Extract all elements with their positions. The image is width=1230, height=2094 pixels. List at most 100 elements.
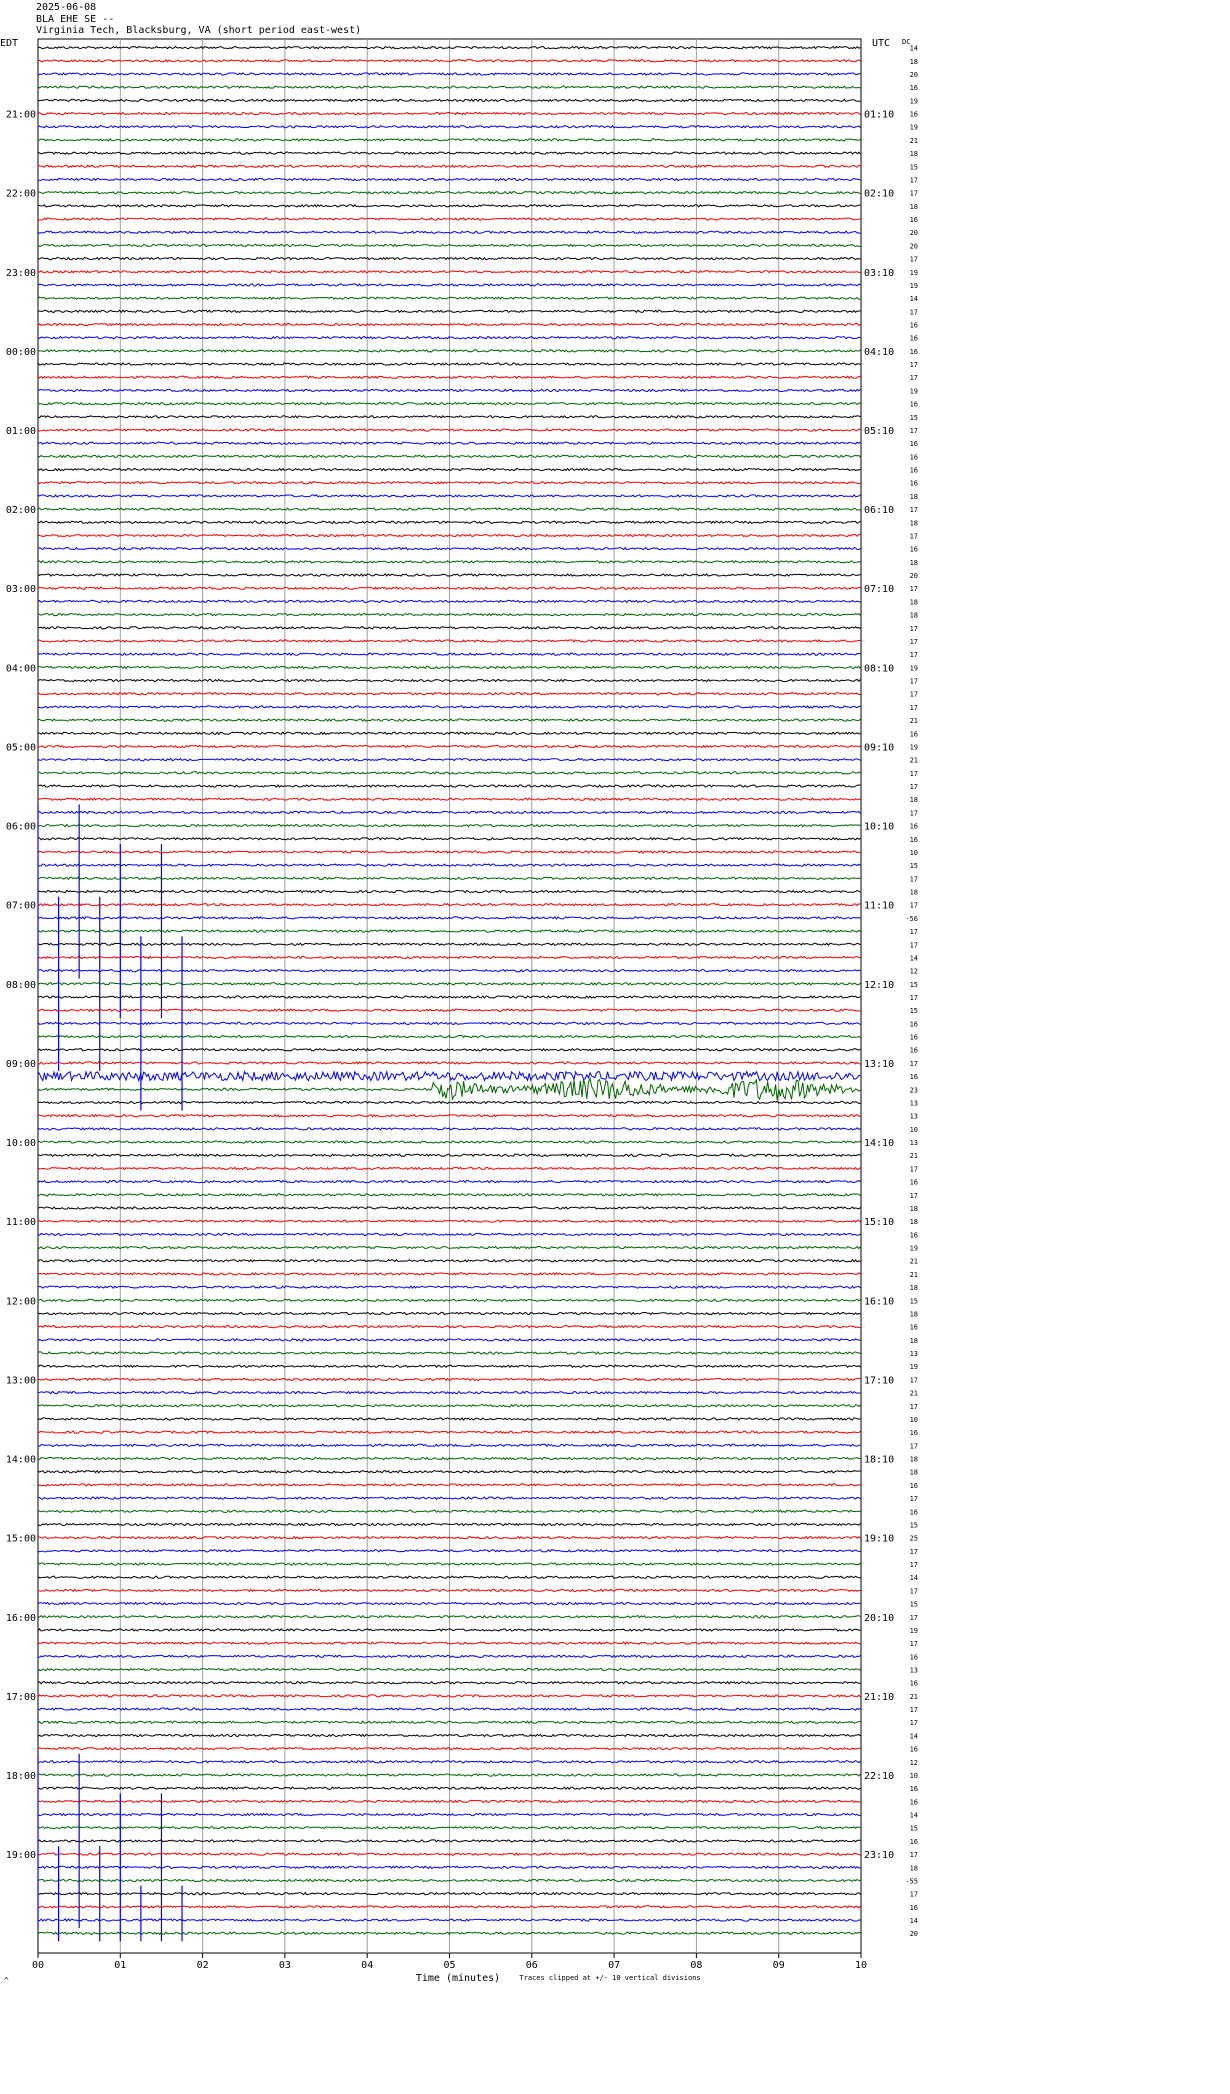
dc-offset-label: 16: [910, 335, 918, 343]
dc-offset-label: 16: [910, 1020, 918, 1028]
dc-offset-label: 17: [910, 1587, 918, 1595]
dc-offset-label: 16: [910, 111, 918, 119]
dc-offset-label: 15: [910, 414, 918, 422]
x-tick-label: 06: [526, 1960, 538, 1971]
dc-offset-label: 20: [910, 229, 918, 237]
dc-offset-label: 16: [910, 1179, 918, 1187]
hour-label-right: 11:10: [864, 901, 894, 912]
hour-label-left: 17:00: [6, 1692, 36, 1703]
hour-label-left: 03:00: [6, 584, 36, 595]
dc-offset-label: 17: [910, 190, 918, 198]
dc-offset-label: 17: [910, 1851, 918, 1859]
dc-offset-label: 18: [910, 598, 918, 606]
dc-offset-label: 17: [910, 1403, 918, 1411]
hour-label-left: 10:00: [6, 1138, 36, 1149]
dc-offset-label: 15: [910, 1601, 918, 1609]
dc-offset-label: 14: [910, 1917, 918, 1925]
dc-offset-label: 20: [910, 572, 918, 580]
dc-offset-label: 16: [910, 322, 918, 330]
dc-offset-label: 17: [910, 651, 918, 659]
dc-offset-label: 16: [910, 1231, 918, 1239]
hour-label-left: 16:00: [6, 1613, 36, 1624]
dc-offset-label: 10: [910, 1416, 918, 1424]
hour-label-right: 16:10: [864, 1296, 894, 1307]
dc-offset-label: 17: [910, 1165, 918, 1173]
dc-offset-label: 16: [910, 401, 918, 409]
dc-offset-label: 13: [910, 1350, 918, 1358]
dc-offset-label: 17: [910, 941, 918, 949]
dc-offset-label: 17: [910, 1640, 918, 1648]
dc-offset-label: 16: [910, 1746, 918, 1754]
hour-label-left: 12:00: [6, 1296, 36, 1307]
left-timezone-label: EDT: [0, 38, 18, 49]
dc-offset-label: 19: [910, 664, 918, 672]
x-tick-label: 05: [443, 1960, 455, 1971]
dc-offset-label: 14: [910, 1574, 918, 1582]
hour-label-right: 13:10: [864, 1059, 894, 1070]
dc-offset-label: 21: [910, 1258, 918, 1266]
dc-offset-label: 16: [910, 440, 918, 448]
dc-offset-label: 20: [910, 71, 918, 79]
hour-label-right: 20:10: [864, 1613, 894, 1624]
dc-offset-label: 15: [910, 862, 918, 870]
dc-offset-label: 17: [910, 506, 918, 514]
hour-label-left: 04:00: [6, 663, 36, 674]
dc-offset-label: 18: [910, 559, 918, 567]
dc-offset-label: 18: [910, 1205, 918, 1213]
dc-offset-label: 21: [910, 717, 918, 725]
x-tick-label: 04: [361, 1960, 373, 1971]
dc-offset-label: 17: [910, 1561, 918, 1569]
dc-offset-label: 19: [910, 269, 918, 277]
hour-label-right: 14:10: [864, 1138, 894, 1149]
dc-offset-label: 18: [910, 150, 918, 158]
x-tick-label: 10: [855, 1960, 867, 1971]
dc-offset-label: 12: [910, 1759, 918, 1767]
hour-label-right: 18:10: [864, 1455, 894, 1466]
dc-offset-label: 17: [910, 361, 918, 369]
dc-offset-label: -56: [905, 915, 918, 923]
dc-offset-label: 21: [910, 757, 918, 765]
dc-offset-label: 15: [910, 1521, 918, 1529]
hour-label-left: 22:00: [6, 189, 36, 200]
dc-offset-label: 15: [910, 1007, 918, 1015]
clip-note: Traces clipped at +/- 10 vertical divisi…: [519, 1974, 700, 1982]
hour-label-left: 21:00: [6, 110, 36, 121]
dc-offset-label: 19: [910, 124, 918, 132]
hour-label-left: 01:00: [6, 426, 36, 437]
hour-label-right: 04:10: [864, 347, 894, 358]
dc-offset-label: 16: [910, 1653, 918, 1661]
dc-offset-label: 19: [910, 1627, 918, 1635]
dc-offset-label: 17: [910, 1060, 918, 1068]
dc-offset-label: 18: [910, 1864, 918, 1872]
hour-label-right: 17:10: [864, 1375, 894, 1386]
dc-offset-label: 18: [910, 1337, 918, 1345]
dc-offset-label: 17: [910, 770, 918, 778]
hour-label-right: 08:10: [864, 663, 894, 674]
dc-offset-label: 18: [910, 612, 918, 620]
hour-label-left: 23:00: [6, 268, 36, 279]
dc-offset-label: 17: [910, 783, 918, 791]
hour-label-left: 00:00: [6, 347, 36, 358]
dc-offset-label: 10: [910, 1126, 918, 1134]
hour-label-right: 15:10: [864, 1217, 894, 1228]
dc-offset-label: 18: [910, 519, 918, 527]
dc-offset-label: 19: [910, 1363, 918, 1371]
dc-offset-label: 10: [910, 1772, 918, 1780]
dc-offset-label: 21: [910, 1152, 918, 1160]
dc-offset-label: 16: [910, 453, 918, 461]
dc-offset-label: 15: [910, 163, 918, 171]
dc-offset-label: 12: [910, 968, 918, 976]
dc-offset-label: 16: [910, 1324, 918, 1332]
dc-offset-label: 17: [910, 928, 918, 936]
x-tick-label: 08: [690, 1960, 702, 1971]
dc-offset-label: 18: [910, 1469, 918, 1477]
x-tick-label: 01: [114, 1960, 126, 1971]
dc-offset-label: 15: [910, 981, 918, 989]
dc-offset-label: 16: [910, 1798, 918, 1806]
helicorder-plot: 21:00 22:00 23:00 00:00 01:00 02:00 03:00 04:00…: [0, 38, 918, 1985]
hour-label-left: 18:00: [6, 1771, 36, 1782]
dc-offset-label: 16: [910, 1904, 918, 1912]
hour-label-right: 05:10: [864, 426, 894, 437]
hour-label-right: 02:10: [864, 189, 894, 200]
dc-offset-label: 21: [910, 1693, 918, 1701]
